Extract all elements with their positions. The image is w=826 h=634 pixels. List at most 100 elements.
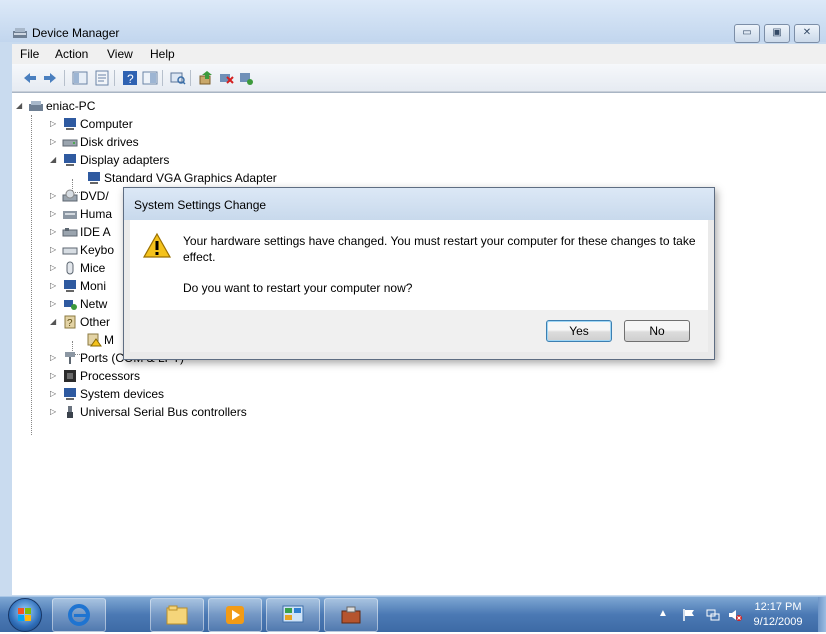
taskbar-media-player[interactable] (208, 598, 262, 632)
tree-item-label: Standard VGA Graphics Adapter (104, 171, 277, 185)
keyboard-icon (62, 247, 78, 255)
menu-view[interactable]: View (107, 47, 133, 61)
toolbar-separator (190, 70, 191, 86)
display-adapter-icon (64, 154, 76, 166)
expand-icon[interactable]: ▷ (50, 259, 60, 277)
expand-icon[interactable]: ▷ (50, 115, 60, 133)
tree-item-label: M (104, 333, 114, 347)
expand-icon[interactable]: ▷ (50, 277, 60, 295)
uninstall-device-icon[interactable] (238, 70, 254, 86)
expand-icon[interactable]: ▷ (50, 241, 60, 259)
processor-icon (64, 370, 76, 382)
expand-icon[interactable]: ▷ (50, 295, 60, 313)
tree-item-label: Disk drives (80, 135, 139, 149)
monitor-icon (64, 280, 76, 292)
expand-icon[interactable]: ▷ (50, 205, 60, 223)
dialog-title: System Settings Change (134, 198, 267, 212)
menu-action[interactable]: Action (55, 47, 88, 61)
expand-icon[interactable]: ▷ (50, 349, 60, 367)
expand-icon[interactable]: ▷ (50, 187, 60, 205)
taskbar: ▲ 12:17 PM 9/12/2009 (0, 596, 826, 632)
tree-item-label: Mice (80, 261, 106, 275)
toolbar: ? (12, 64, 826, 92)
tree-item-label: Huma (80, 207, 113, 221)
other-devices-icon: ? (64, 315, 76, 329)
computer-icon (64, 118, 76, 130)
port-icon (65, 352, 75, 364)
volume-muted-icon[interactable] (728, 608, 742, 622)
internet-explorer-icon (68, 604, 90, 626)
tree-item-label: IDE A (80, 225, 111, 239)
back-arrow-icon[interactable] (22, 70, 38, 86)
tree-item-label: Processors (80, 369, 141, 383)
show-desktop-button[interactable] (818, 597, 826, 632)
properties-icon[interactable] (94, 70, 110, 86)
hid-icon (63, 211, 77, 219)
dvd-drive-icon (62, 189, 78, 202)
tree-root-label: eniac-PC (46, 99, 96, 113)
title-bar[interactable]: Device Manager ▭ ▣ ✕ (0, 0, 826, 43)
usb-icon (67, 406, 73, 418)
collapse-icon[interactable]: ◢ (50, 313, 60, 331)
menu-file[interactable]: File (20, 47, 39, 61)
menu-bar: File Action View Help (12, 44, 826, 64)
dialog-message: Your hardware settings have changed. You… (183, 234, 696, 264)
action-center-flag-icon[interactable] (682, 608, 696, 622)
update-driver-icon[interactable] (198, 70, 214, 86)
collapse-icon[interactable]: ◢ (50, 151, 60, 169)
tree-item-label: System devices (80, 387, 165, 401)
expand-icon[interactable]: ▷ (50, 403, 60, 421)
warning-device-icon (87, 333, 102, 347)
clock-time[interactable]: 12:17 PM (753, 601, 803, 613)
minimize-icon: ▭ (742, 27, 752, 38)
close-icon: ✕ (802, 27, 812, 38)
toolbar-separator (64, 70, 65, 86)
taskbar-control-panel[interactable] (266, 598, 320, 632)
maximize-button[interactable]: ▣ (764, 24, 790, 43)
display-adapter-icon (88, 172, 100, 184)
minimize-button[interactable]: ▭ (734, 24, 760, 43)
tree-item-label: Universal Serial Bus controllers (80, 405, 247, 419)
tree-item-label: DVD/ (80, 189, 109, 203)
collapse-icon[interactable]: ◢ (16, 97, 26, 115)
expand-icon[interactable]: ▷ (50, 367, 60, 385)
network-icon[interactable] (706, 608, 720, 622)
disk-drive-icon (62, 139, 78, 147)
windows-logo-icon (18, 608, 31, 621)
tree-item-label: Other (80, 315, 111, 329)
dialog-footer: Yes No (130, 310, 708, 352)
expand-icon[interactable]: ▷ (50, 385, 60, 403)
tree-item-label: Computer (80, 117, 133, 131)
maximize-icon: ▣ (772, 27, 782, 38)
dialog-question: Do you want to restart your computer now… (183, 281, 413, 295)
dialog-title-bar[interactable]: System Settings Change (124, 188, 714, 220)
system-settings-change-dialog: System Settings Change Your hardware set… (123, 187, 715, 360)
view-pane-icon[interactable] (142, 70, 158, 86)
close-button[interactable]: ✕ (794, 24, 820, 43)
taskbar-internet-explorer[interactable] (52, 598, 106, 632)
no-button[interactable]: No (624, 320, 690, 342)
clock-date[interactable]: 9/12/2009 (753, 616, 803, 628)
disable-device-icon[interactable] (218, 70, 234, 86)
taskbar-device-manager[interactable] (324, 598, 378, 632)
toolbar-separator (114, 70, 115, 86)
svg-text:?: ? (67, 318, 73, 329)
computer-network-icon (29, 101, 43, 111)
menu-help[interactable]: Help (150, 47, 175, 61)
device-manager-icon (13, 28, 27, 38)
expand-icon[interactable]: ▷ (50, 223, 60, 241)
show-hidden-icons-icon[interactable]: ▲ (658, 608, 672, 622)
folder-icon (166, 605, 188, 625)
expand-icon[interactable]: ▷ (50, 133, 60, 151)
help-icon[interactable]: ? (122, 70, 138, 86)
window-title: Device Manager (32, 26, 120, 40)
taskbar-windows-explorer[interactable] (150, 598, 204, 632)
forward-arrow-icon[interactable] (42, 70, 58, 86)
notification-area: ▲ 12:17 PM 9/12/2009 (646, 597, 826, 632)
show-hide-tree-icon[interactable] (72, 70, 88, 86)
yes-button[interactable]: Yes (546, 320, 612, 342)
start-button[interactable] (8, 598, 42, 632)
device-manager-icon (341, 606, 361, 624)
scan-hardware-icon[interactable] (170, 70, 186, 86)
tree-item-label: Display adapters (80, 153, 170, 167)
